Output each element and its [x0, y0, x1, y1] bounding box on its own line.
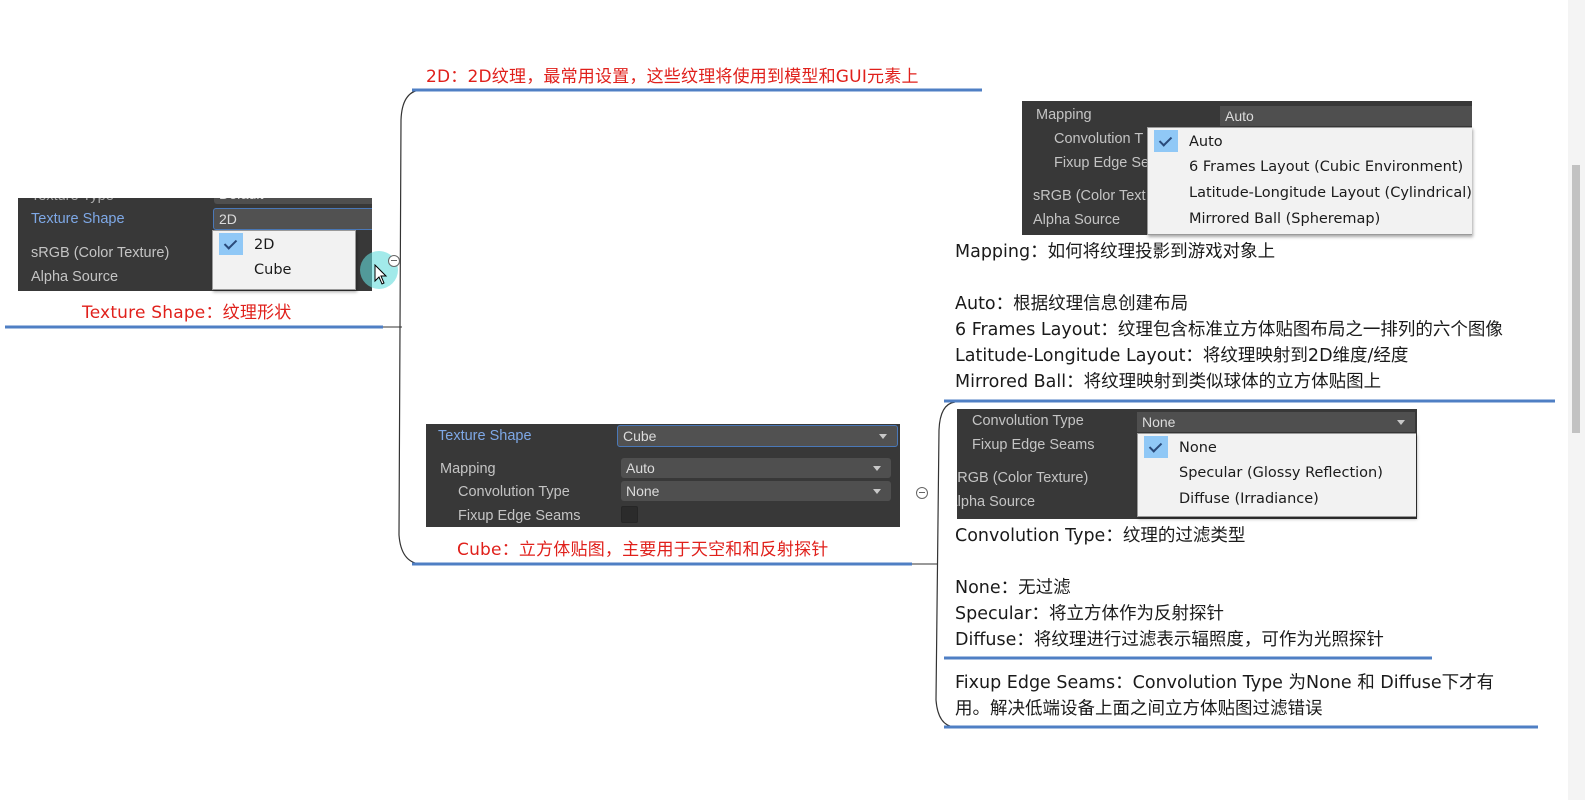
- menu-item-2d[interactable]: 2D: [213, 231, 355, 257]
- menu-item-diffuse[interactable]: Diffuse (Irradiance): [1138, 486, 1416, 512]
- srgb-label: sRGB (Color Texture): [31, 245, 170, 261]
- texture-shape-label: Texture Shape: [438, 428, 532, 444]
- scrollbar-thumb[interactable]: [1572, 165, 1580, 433]
- fixup-line: 用。解决低端设备上面之间立方体贴图过滤错误: [955, 699, 1323, 719]
- cube-bracket: [935, 401, 956, 728]
- fixup-edge-seams-label: Fixup Edge Seams: [458, 508, 581, 524]
- convolution-type-dropdown[interactable]: None: [1137, 412, 1415, 432]
- menu-item-6-frames[interactable]: 6 Frames Layout (Cubic Environment): [1148, 154, 1472, 180]
- mapping-line: 6 Frames Layout：纹理包含标准立方体贴图布局之一排列的六个图像: [955, 320, 1503, 340]
- srgb-label: sRGB (Color Text: [1033, 188, 1146, 204]
- mapping-line: Auto：根据纹理信息创建布局: [955, 294, 1189, 314]
- menu-item-cube[interactable]: Cube: [213, 257, 355, 283]
- convolution-type-dropdown[interactable]: None: [621, 481, 891, 501]
- mapping-notes: Mapping：如何将纹理投影到游戏对象上 Auto：根据纹理信息创建布局 6 …: [955, 239, 1503, 395]
- convolution-type-label: Convolution T: [1054, 131, 1144, 147]
- collapse-cube-button[interactable]: [916, 487, 928, 499]
- alpha-source-label: Alpha Source: [1033, 212, 1121, 228]
- texture-shape-label: Texture Shape: [31, 211, 125, 227]
- texture-shape-dropdown-menu: 2D Cube: [212, 230, 356, 290]
- convolution-line: None：无过滤: [955, 578, 1071, 598]
- chevron-down-icon: [873, 466, 881, 471]
- mapping-dropdown[interactable]: Auto: [621, 458, 891, 478]
- convolution-title: Convolution Type：纹理的过滤类型: [955, 526, 1246, 546]
- texture-type-label-cut: Texture Type: [31, 198, 114, 204]
- root-label: Texture Shape：纹理形状: [82, 303, 292, 323]
- mapping-label: Mapping: [440, 461, 496, 477]
- menu-item-none[interactable]: None: [1138, 434, 1416, 460]
- fixup-notes: Fixup Edge Seams：Convolution Type 为None …: [955, 670, 1494, 722]
- srgb-label: sRGB (Color Texture): [957, 470, 1089, 486]
- mapping-dropdown[interactable]: Auto: [1220, 106, 1472, 126]
- texture-type-field-cut[interactable]: Default: [214, 198, 372, 204]
- check-icon: [219, 233, 243, 255]
- fixup-edge-seams-checkbox[interactable]: [621, 506, 638, 523]
- check-icon: [1154, 130, 1178, 152]
- fixup-edge-seams-label: Fixup Edge Se: [1054, 155, 1150, 171]
- cube-inspector-panel: Texture Shape Cube Mapping Auto Convolut…: [426, 424, 900, 527]
- mouse-cursor-icon: [374, 264, 388, 285]
- menu-item-latlong[interactable]: Latitude-Longitude Layout (Cylindrical): [1148, 180, 1472, 206]
- check-icon: [1144, 436, 1168, 458]
- main-bracket: [398, 89, 421, 565]
- collapse-root-button[interactable]: [388, 255, 400, 267]
- convolution-notes: Convolution Type：纹理的过滤类型 None：无过滤 Specul…: [955, 523, 1384, 653]
- convolution-type-label: Convolution Type: [458, 484, 570, 500]
- menu-item-specular[interactable]: Specular (Glossy Reflection): [1138, 460, 1416, 486]
- texture-shape-dropdown[interactable]: 2D: [213, 208, 372, 230]
- chevron-down-icon: [873, 489, 881, 494]
- convolution-type-label: Convolution Type: [972, 413, 1084, 429]
- chevron-down-icon: [879, 434, 887, 439]
- alpha-source-label: Alpha Source: [31, 269, 119, 285]
- vertical-scrollbar[interactable]: [1568, 0, 1585, 800]
- mapping-line: Latitude-Longitude Layout：将纹理映射到2D维度/经度: [955, 346, 1409, 366]
- convolution-line: Specular：将立方体作为反射探针: [955, 604, 1224, 624]
- mapping-title: Mapping：如何将纹理投影到游戏对象上: [955, 242, 1276, 262]
- mapping-line: Mirrored Ball：将纹理映射到类似球体的立方体贴图上: [955, 372, 1382, 392]
- chevron-down-icon: [1397, 420, 1405, 425]
- mapping-dropdown-menu: Auto 6 Frames Layout (Cubic Environment)…: [1147, 127, 1472, 235]
- fixup-line: Fixup Edge Seams：Convolution Type 为None …: [955, 673, 1495, 693]
- alpha-source-label: Alpha Source: [957, 494, 1036, 510]
- branch-cube-label: Cube：立方体贴图，主要用于天空和和反射探针: [457, 540, 829, 560]
- texture-shape-dropdown[interactable]: Cube: [617, 425, 898, 447]
- convolution-line: Diffuse：将纹理进行过滤表示辐照度，可作为光照探针: [955, 630, 1384, 650]
- branch-2d-label: 2D：2D纹理，最常用设置，这些纹理将使用到模型和GUI元素上: [426, 67, 919, 87]
- menu-item-auto[interactable]: Auto: [1148, 128, 1472, 154]
- fixup-edge-seams-label: Fixup Edge Seams: [972, 437, 1095, 453]
- mapping-label: Mapping: [1036, 107, 1092, 123]
- convolution-dropdown-menu: None Specular (Glossy Reflection) Diffus…: [1137, 433, 1416, 517]
- menu-item-mirrored-ball[interactable]: Mirrored Ball (Spheremap): [1148, 206, 1472, 232]
